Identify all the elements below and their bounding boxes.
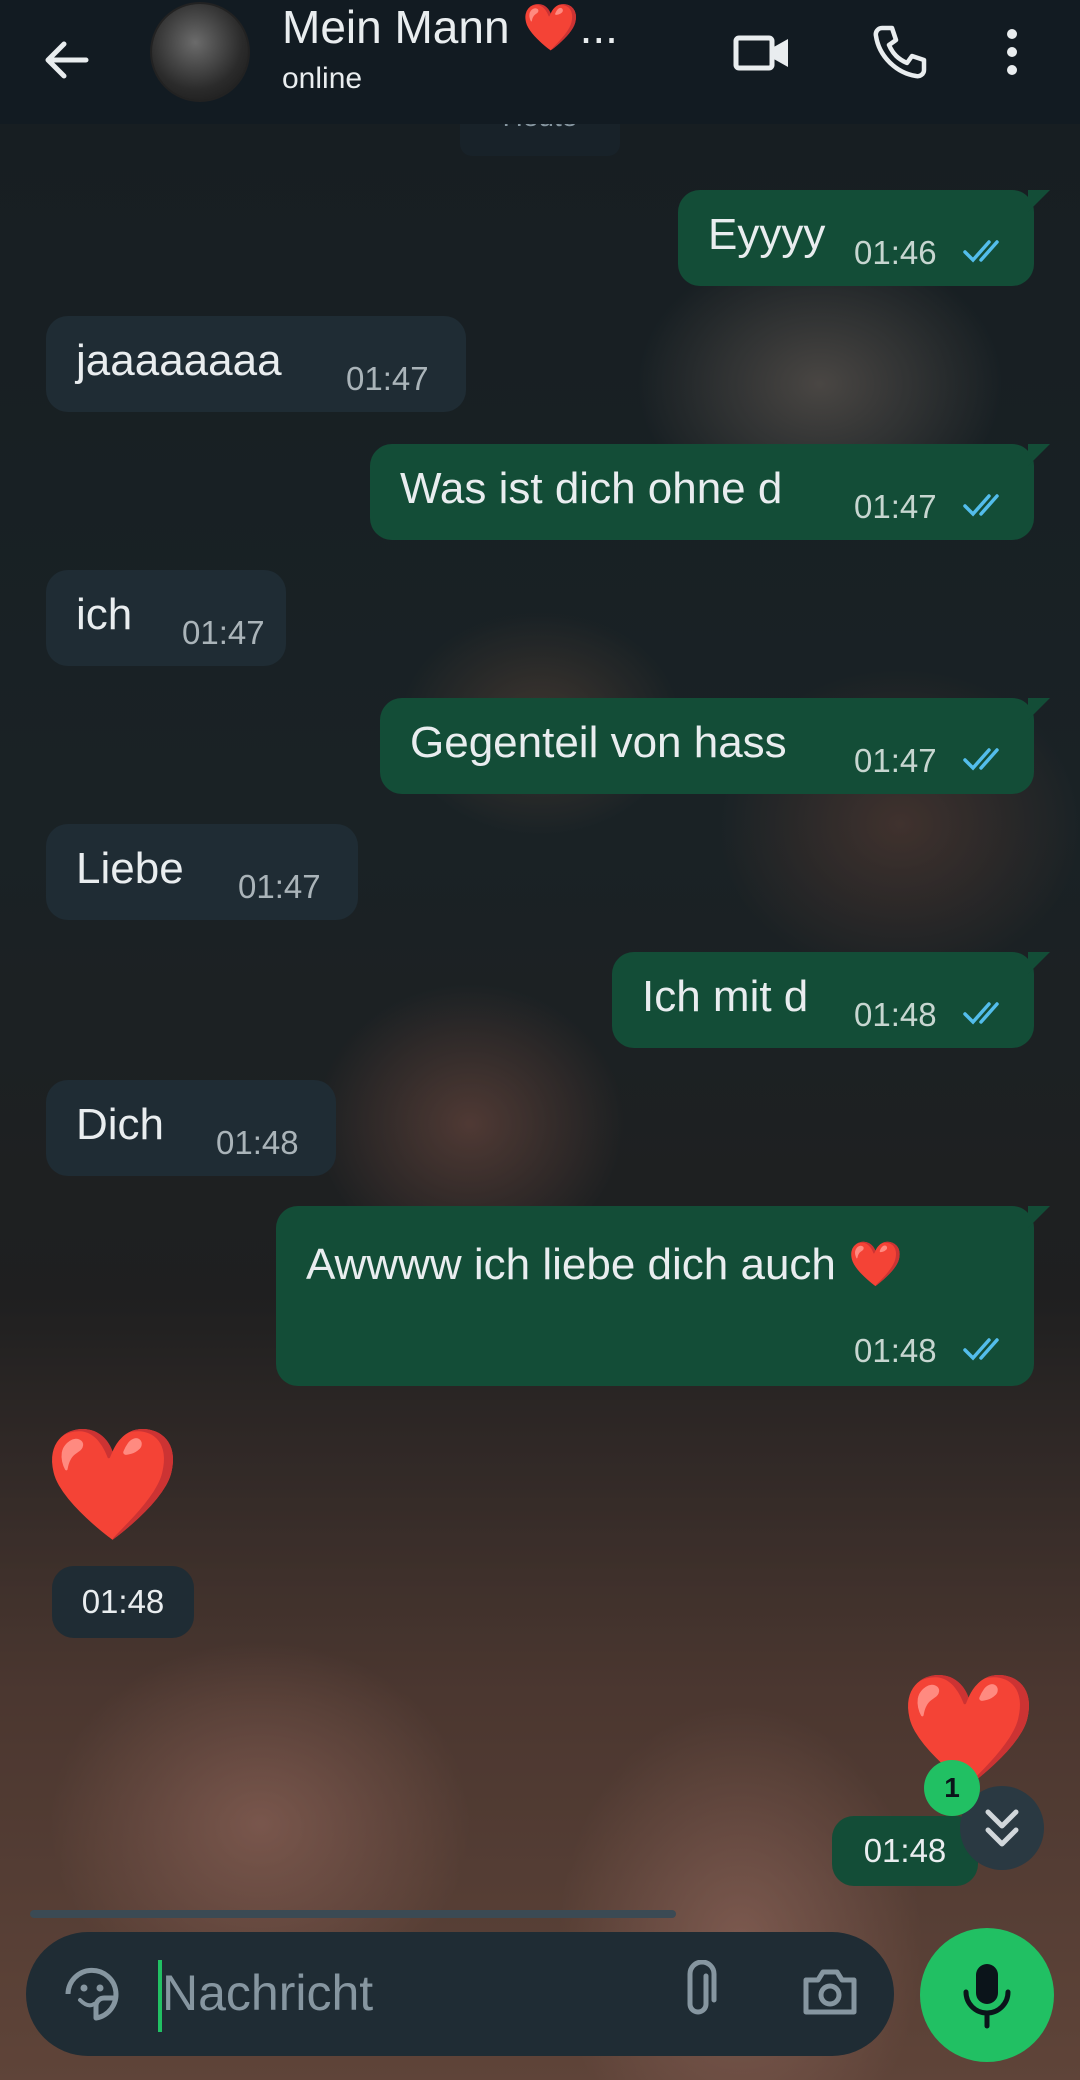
message-text: jaaaaaaaa <box>76 336 282 385</box>
message-text: Ich mit d <box>642 972 809 1021</box>
unread-badge: 1 <box>924 1760 980 1816</box>
sticker-icon[interactable] <box>60 1962 124 2026</box>
contact-status: online <box>282 62 363 95</box>
attach-icon[interactable] <box>666 1960 730 2024</box>
message-text: Awwww ich liebe dich auch ❤️ <box>306 1240 903 1289</box>
message-text: Liebe <box>76 844 184 893</box>
message-time: 01:47 <box>346 360 429 397</box>
message-time: 01:48 <box>854 996 937 1033</box>
message-input-bar[interactable]: Nachricht <box>26 1932 894 2056</box>
message-bubble-out[interactable]: Awwww ich liebe dich auch ❤️ 01:48 <box>276 1206 1050 1386</box>
message-bubble-in[interactable]: Dich 01:48 <box>46 1080 336 1176</box>
message-bubble-out[interactable]: Was ist dich ohne d 01:47 <box>370 444 1050 540</box>
camera-icon[interactable] <box>798 1960 862 2024</box>
message-time: 01:48 <box>216 1124 299 1161</box>
read-ticks-icon <box>963 1338 999 1361</box>
message-bubble-in[interactable]: ich 01:47 <box>46 570 286 666</box>
message-bubble-out[interactable]: Eyyyy 01:46 <box>678 190 1050 286</box>
message-bubble-in[interactable]: jaaaaaaaa 01:47 <box>46 316 466 412</box>
read-ticks-icon <box>963 1002 999 1025</box>
message-bubble-out[interactable]: Gegenteil von hass 01:47 <box>380 698 1050 794</box>
mic-icon <box>963 1964 1011 2029</box>
phone-icon[interactable] <box>868 20 932 84</box>
message-time: 01:47 <box>854 742 937 779</box>
chat-header: Mein Mann ❤️... online <box>0 0 1080 124</box>
message-time: 01:47 <box>238 868 321 905</box>
back-arrow-icon[interactable] <box>36 30 96 90</box>
message-time: 01:47 <box>854 488 937 525</box>
message-text: Was ist dich ohne d <box>400 464 783 513</box>
message-time: 01:46 <box>854 234 937 271</box>
gesture-divider <box>30 1910 676 1918</box>
message-text: Eyyyy <box>708 210 826 259</box>
message-bubble-out[interactable]: Ich mit d 01:48 <box>612 952 1050 1048</box>
message-time: 01:48 <box>52 1566 194 1638</box>
message-time: 01:47 <box>182 614 265 651</box>
more-vert-icon[interactable] <box>992 20 1032 84</box>
message-time: 01:48 <box>854 1332 937 1369</box>
message-text: Gegenteil von hass <box>410 718 787 767</box>
message-input[interactable]: Nachricht <box>162 1964 373 2022</box>
contact-avatar[interactable] <box>150 2 250 102</box>
message-text: ich <box>76 590 133 639</box>
read-ticks-icon <box>963 240 999 263</box>
video-call-icon[interactable] <box>730 20 794 84</box>
message-bubble-in[interactable]: Liebe 01:47 <box>46 824 358 920</box>
heart-emoji-in[interactable]: ❤️ <box>44 1420 181 1550</box>
message-time: 01:48 <box>832 1816 978 1886</box>
message-text: Dich <box>76 1100 165 1149</box>
contact-name[interactable]: Mein Mann ❤️... <box>282 0 618 55</box>
voice-message-button[interactable] <box>920 1928 1054 2062</box>
read-ticks-icon <box>963 494 999 517</box>
read-ticks-icon <box>963 748 999 771</box>
